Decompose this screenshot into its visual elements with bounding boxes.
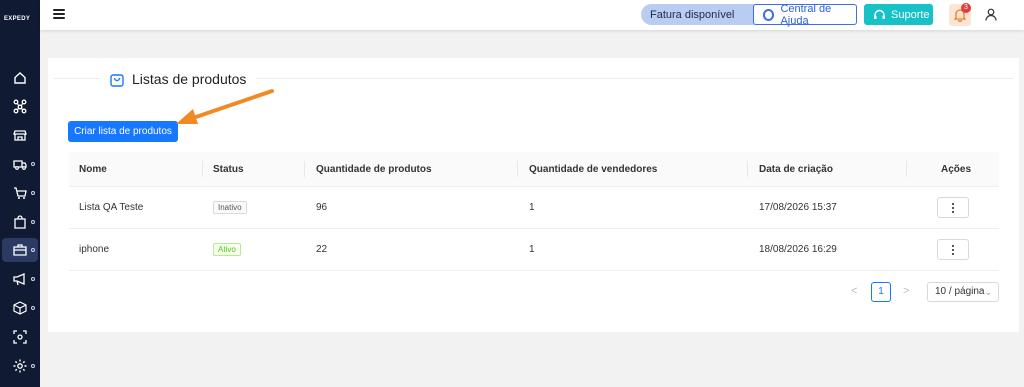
product-count-cell: 96	[316, 202, 328, 213]
product-lists-table: Nome Status Quantidade de produtos Quant…	[69, 152, 999, 271]
column-header: Nome	[79, 164, 107, 175]
fatura-label: Fatura disponível	[650, 8, 735, 21]
lifebuoy-icon	[763, 8, 775, 21]
pagination-next-button[interactable]: >	[903, 285, 909, 297]
column-header: Ações	[941, 164, 972, 175]
column-header: Data de criação	[759, 164, 833, 175]
page-size-select[interactable]: 10 / página ⌄	[927, 282, 999, 302]
column-divider	[517, 161, 518, 177]
menu-toggle-icon[interactable]	[53, 9, 65, 19]
suporte-label: Suporte	[891, 8, 930, 21]
chevron-down-icon: ⌄	[984, 287, 992, 297]
sidebar-item-cart[interactable]	[2, 181, 38, 205]
sidebar-item-home[interactable]	[2, 66, 38, 90]
sidebar-item-products[interactable]	[2, 238, 38, 262]
settings-icon	[13, 359, 27, 373]
store-icon	[13, 130, 27, 141]
sidebar-item-bag[interactable]	[2, 210, 38, 234]
expand-indicator	[31, 277, 35, 281]
column-divider	[304, 161, 305, 177]
expand-indicator	[31, 191, 35, 195]
expand-indicator	[31, 364, 35, 368]
row-actions-button[interactable]	[937, 197, 969, 218]
row-actions-button[interactable]	[937, 239, 969, 260]
cube-icon	[13, 301, 27, 315]
briefcase-icon	[13, 244, 27, 256]
column-header: Status	[213, 164, 244, 175]
sidebar-item-scan[interactable]	[2, 325, 38, 349]
sidebar-item-delivery[interactable]	[2, 152, 38, 176]
scan-icon	[13, 330, 27, 344]
page-size-value: 10 / página	[935, 286, 985, 297]
created-date-cell: 17/08/2026 15:37	[759, 202, 837, 213]
top-header: Fatura disponível $ Central de Ajuda Sup…	[40, 0, 1024, 30]
more-vertical-icon	[952, 203, 955, 215]
expedy-logo: EXPEDY	[4, 16, 31, 22]
sidebar-item-inventory[interactable]	[2, 296, 38, 320]
sidebar-item-settings[interactable]	[2, 354, 38, 378]
headset-icon	[874, 9, 885, 19]
list-name-cell: iphone	[79, 244, 110, 255]
truck-icon	[13, 160, 27, 170]
create-product-list-button[interactable]: Criar lista de produtos	[68, 121, 178, 142]
expand-indicator	[31, 306, 35, 310]
list-name-cell: Lista QA Teste	[79, 202, 144, 213]
vendor-count-cell: 1	[529, 244, 535, 255]
status-badge: Ativo	[213, 243, 241, 256]
shopping-bag-icon	[14, 215, 26, 229]
table-row: iphone Ativo 22 1 18/08/2026 16:29	[69, 229, 999, 271]
product-count-cell: 22	[316, 244, 328, 255]
more-vertical-icon	[952, 245, 955, 257]
status-badge: Inativo	[213, 201, 247, 214]
network-icon	[13, 99, 27, 114]
user-icon[interactable]	[985, 8, 997, 21]
expand-indicator	[31, 220, 35, 224]
column-divider	[202, 161, 203, 177]
notification-count-badge: 3	[961, 3, 971, 13]
pagination-prev-button[interactable]: <	[851, 285, 857, 297]
shopping-bag-icon	[110, 73, 124, 87]
notifications-button[interactable]: 3	[949, 3, 971, 26]
expand-indicator	[31, 162, 35, 166]
column-divider	[906, 161, 907, 177]
sidebar-item-store[interactable]	[2, 123, 38, 147]
column-header: Quantidade de vendedores	[529, 164, 658, 175]
column-divider	[747, 161, 748, 177]
table-row: Lista QA Teste Inativo 96 1 17/08/2026 1…	[69, 187, 999, 229]
sidebar: EXPEDY	[0, 0, 40, 387]
pagination-page-1[interactable]: 1	[871, 282, 891, 302]
column-header: Quantidade de produtos	[316, 164, 432, 175]
table-header: Nome Status Quantidade de produtos Quant…	[69, 152, 999, 187]
ajuda-label: Central de Ajuda	[780, 2, 832, 27]
megaphone-icon	[13, 273, 25, 286]
home-icon	[14, 72, 26, 84]
annotation-arrow	[176, 89, 274, 124]
cart-icon	[14, 187, 27, 199]
vendor-count-cell: 1	[529, 202, 535, 213]
expand-indicator	[31, 248, 35, 252]
created-date-cell: 18/08/2026 16:29	[759, 244, 837, 255]
suporte-button[interactable]: Suporte	[864, 4, 933, 25]
sidebar-item-marketing[interactable]	[2, 267, 38, 291]
central-de-ajuda-button[interactable]: Central de Ajuda	[753, 2, 857, 27]
sidebar-item-network[interactable]	[2, 94, 38, 118]
